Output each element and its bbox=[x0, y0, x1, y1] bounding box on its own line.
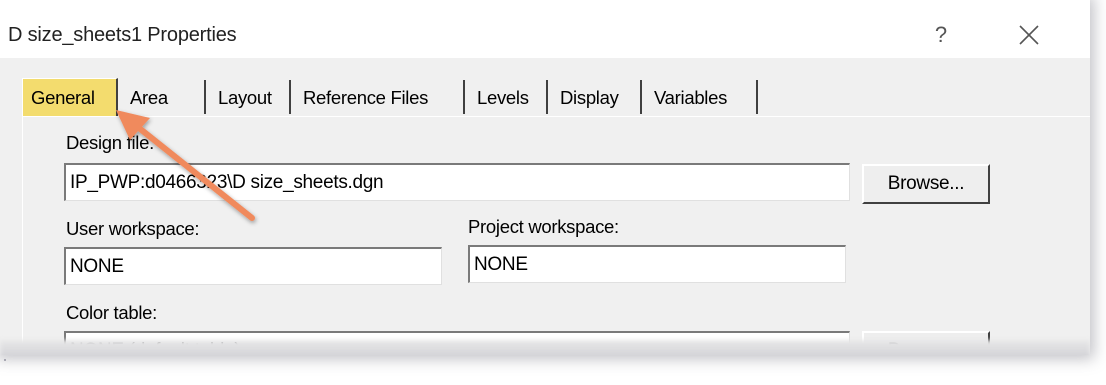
window-title: D size_sheets1 Properties bbox=[8, 24, 237, 46]
user-workspace-field[interactable]: NONE bbox=[64, 247, 442, 285]
tab-general[interactable]: General bbox=[22, 78, 118, 116]
help-button[interactable]: ? bbox=[926, 20, 956, 50]
tab-levels[interactable]: Levels bbox=[469, 80, 548, 114]
design-file-label: Design file: bbox=[66, 132, 154, 153]
tab-layout[interactable]: Layout bbox=[210, 80, 291, 114]
project-workspace-field[interactable]: NONE bbox=[468, 245, 846, 283]
tab-area[interactable]: Area bbox=[122, 80, 206, 114]
tab-reference-files[interactable]: Reference Files bbox=[295, 80, 465, 114]
tab-display[interactable]: Display bbox=[552, 80, 642, 114]
close-button[interactable] bbox=[1012, 20, 1046, 50]
close-icon bbox=[1019, 25, 1039, 45]
title-bar: D size_sheets1 Properties ? bbox=[0, 0, 1090, 58]
cropped-edge-blur bbox=[0, 340, 1090, 355]
project-workspace-label: Project workspace: bbox=[468, 216, 619, 237]
user-workspace-label: User workspace: bbox=[66, 218, 200, 239]
properties-dialog: D size_sheets1 Properties ? General Area… bbox=[0, 0, 1090, 355]
design-file-browse-button[interactable]: Browse... bbox=[862, 164, 990, 204]
design-file-field[interactable]: IP_PWP:d0466323\D size_sheets.dgn bbox=[64, 163, 850, 201]
tab-variables[interactable]: Variables bbox=[646, 80, 758, 114]
color-table-label: Color table: bbox=[66, 302, 158, 323]
